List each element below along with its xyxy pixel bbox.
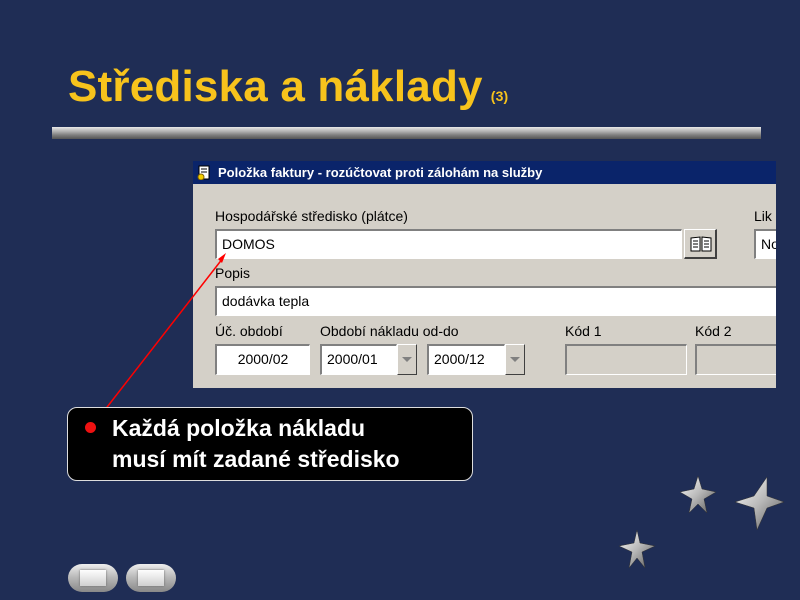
stredisko-field[interactable]: DOMOS <box>215 229 682 259</box>
chevron-down-icon <box>510 357 520 362</box>
uc-obdobi-label: Úč. období <box>215 323 283 339</box>
obdobi-do-field[interactable]: 2000/12 <box>427 344 505 375</box>
obdobi-nakladu-label: Období nákladu od-do <box>320 323 459 339</box>
book-icon <box>690 236 712 252</box>
callout-line-1: Každá položka nákladu <box>112 415 366 441</box>
uc-obdobi-field[interactable]: 2000/02 <box>215 344 310 375</box>
star-icon <box>734 476 785 531</box>
stredisko-lookup-button[interactable] <box>684 229 717 259</box>
dialog-title: Položka faktury - rozúčtovat proti záloh… <box>218 165 543 180</box>
bullet-icon <box>85 422 96 433</box>
prev-slide-icon <box>80 570 106 586</box>
kod1-label: Kód 1 <box>565 323 602 339</box>
likvidace-field[interactable]: No <box>754 229 776 259</box>
popis-label: Popis <box>215 265 251 281</box>
callout-box: Každá položka nákladu musí mít zadané st… <box>67 407 473 481</box>
obdobi-od-field[interactable]: 2000/01 <box>320 344 397 375</box>
star-icon <box>679 475 717 514</box>
kod2-label: Kód 2 <box>695 323 732 339</box>
kod1-field[interactable] <box>565 344 687 375</box>
dialog-window: Položka faktury - rozúčtovat proti záloh… <box>193 161 776 388</box>
prev-slide-button[interactable] <box>68 564 118 592</box>
next-slide-icon <box>138 570 164 586</box>
slide-title-text: Střediska a náklady <box>68 62 483 111</box>
title-divider <box>52 127 761 139</box>
decorative-stars <box>618 475 785 569</box>
popis-field[interactable]: dodávka tepla <box>215 286 776 316</box>
kod2-field[interactable] <box>695 344 776 375</box>
likvidace-label: Lik <box>754 208 772 224</box>
chevron-down-icon <box>402 357 412 362</box>
callout-line-2: musí mít zadané středisko <box>112 446 400 472</box>
stredisko-label: Hospodářské středisko (plátce) <box>215 208 408 224</box>
next-slide-button[interactable] <box>126 564 176 592</box>
slide-title-sub: (3) <box>490 88 509 104</box>
slide-title: Střediska a náklady (3) <box>68 62 508 112</box>
document-icon <box>197 165 210 180</box>
callout-text: Každá položka nákladu musí mít zadané st… <box>112 413 400 475</box>
dialog-titlebar[interactable]: Položka faktury - rozúčtovat proti záloh… <box>193 161 776 184</box>
star-icon <box>618 529 656 569</box>
obdobi-od-dropdown[interactable] <box>397 344 417 375</box>
obdobi-do-dropdown[interactable] <box>505 344 525 375</box>
